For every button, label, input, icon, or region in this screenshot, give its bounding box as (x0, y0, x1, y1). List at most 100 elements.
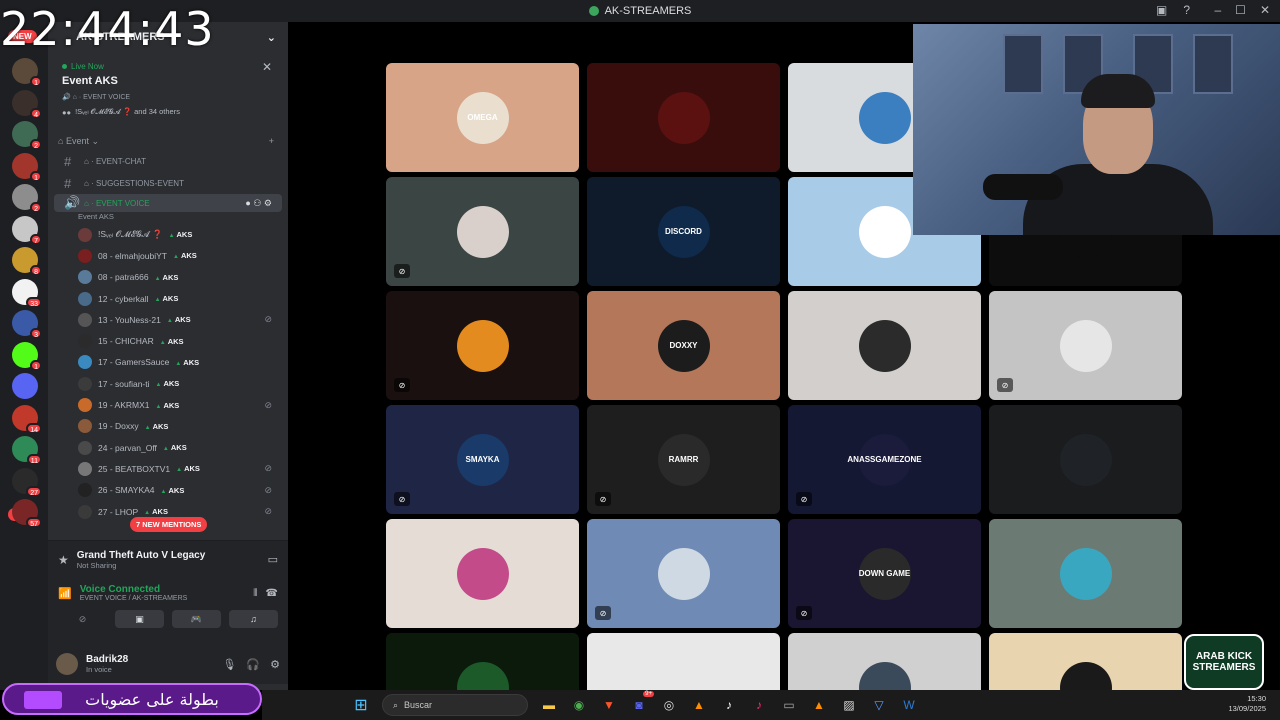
system-clock[interactable]: 15:30 13/09/2025 (1228, 694, 1266, 714)
server-icon[interactable]: 1 (12, 58, 42, 87)
soundboard-button[interactable]: ♫ (229, 610, 278, 628)
add-channel-icon[interactable]: + (269, 136, 274, 146)
server-icon[interactable]: 8 (12, 247, 42, 276)
participant-tile[interactable]: RAMRR ⊘ (587, 405, 780, 514)
server-icon[interactable]: 27 (12, 467, 42, 497)
server-icon[interactable]: 33 (12, 278, 42, 308)
photos-icon[interactable]: ▨ (838, 694, 860, 716)
participant-tile[interactable]: ⊘ (989, 291, 1182, 400)
voice-member[interactable]: 17 - GamersSauce AKS (48, 352, 288, 373)
app-icon[interactable]: ▲ (688, 694, 710, 716)
voice-channel-actions[interactable]: ● ⚇ ⚙ (245, 198, 272, 209)
camera-off-button[interactable]: ⊘ (58, 610, 107, 628)
vpn-icon[interactable]: ▽ (868, 694, 890, 716)
server-icon[interactable]: 57 (12, 499, 42, 528)
participant-tile[interactable]: OMEGA (386, 63, 579, 172)
obs-icon[interactable]: ◎ (658, 694, 680, 716)
voice-member[interactable]: 15 - CHICHAR AKS (48, 330, 288, 351)
live-event-card[interactable]: Live Now Event AKS 🔊 ⌂ · EVENT VOICE ●●!… (54, 56, 282, 126)
microphone-icon[interactable]: 🎙 (222, 658, 236, 671)
member-tag: AKS (156, 379, 179, 388)
server-icon[interactable] (12, 373, 38, 399)
server-icon[interactable]: 2 (12, 121, 42, 150)
server-badge: 7 (30, 233, 42, 245)
terminal-icon[interactable]: ▭ (778, 694, 800, 716)
discord-icon[interactable]: ◙ 9+ (628, 691, 654, 716)
voice-member[interactable]: 17 - soufian-ti AKS (48, 373, 288, 394)
voice-member[interactable]: 19 - AKRMX1 AKS ⊘ (48, 394, 288, 415)
server-icon[interactable]: 14 (12, 404, 42, 434)
channel-suggestions-event[interactable]: # ⌂ · SUGGESTIONS-EVENT (54, 172, 282, 194)
microphone-arm (983, 174, 1063, 200)
participant-tile[interactable] (989, 405, 1182, 514)
system-date: 13/09/2025 (1228, 704, 1266, 713)
participant-tile[interactable]: ⊘ (386, 177, 579, 286)
participant-tile[interactable]: DISCORD (587, 177, 780, 286)
minimize-button[interactable]: – (1214, 3, 1221, 17)
windows-start-icon[interactable]: ⊞ (350, 694, 372, 716)
gear-icon[interactable]: ⚙ (270, 658, 280, 671)
server-icon[interactable]: 2 (12, 184, 42, 213)
tiktok-icon[interactable]: ♪ (718, 694, 740, 716)
avatar[interactable] (56, 653, 78, 675)
server-icon[interactable]: 11 (12, 436, 42, 465)
participant-tile[interactable]: ANASSGAMEZONE ⊘ (788, 405, 981, 514)
participant-tile[interactable] (386, 519, 579, 628)
muted-icon: ⊘ (264, 484, 272, 495)
channel-event-chat[interactable]: # ⌂ · EVENT-CHAT (54, 150, 282, 172)
server-icon[interactable]: 7 (12, 215, 42, 245)
server-badge: 8 (30, 265, 42, 276)
channel-name: SUGGESTIONS-EVENT (95, 178, 184, 188)
screen-share-icon[interactable]: ▭ (268, 553, 278, 566)
server-icon[interactable]: 1 (12, 152, 42, 182)
noise-suppression-icon[interactable]: ⦀ (253, 588, 257, 599)
activities-button[interactable]: 🎮 (172, 610, 221, 628)
taskbar-search[interactable]: ⌕ Buscar (382, 694, 528, 716)
close-icon[interactable]: ✕ (262, 60, 272, 74)
headphones-icon[interactable]: 🎧 (246, 658, 260, 671)
maximize-button[interactable]: ☐ (1235, 3, 1246, 17)
participant-tile[interactable]: DOXXY (587, 291, 780, 400)
file-explorer-icon[interactable]: ▬ (538, 694, 560, 716)
participant-tile[interactable] (788, 291, 981, 400)
voice-member[interactable]: 24 - parvan_Off AKS (48, 437, 288, 458)
vlc-icon[interactable]: ▲ (808, 694, 830, 716)
voice-member[interactable]: 25 - BEATBOXTV1 AKS ⊘ (48, 458, 288, 479)
server-icon[interactable]: 1 (12, 341, 42, 371)
share-screen-button[interactable]: ▣ (115, 610, 164, 628)
chevron-down-icon[interactable]: ⌄ (267, 31, 276, 44)
voice-member[interactable]: 08 - elmahjoubiYT AKS (48, 245, 288, 266)
participant-tile[interactable] (989, 519, 1182, 628)
tiktok-live-icon[interactable]: ♪ (748, 694, 770, 716)
member-tag: AKS (167, 315, 191, 324)
close-window-button[interactable]: ✕ (1260, 3, 1270, 17)
participant-tile[interactable]: ⊘ (587, 519, 780, 628)
server-icon[interactable]: 3 (12, 310, 42, 339)
voice-member[interactable]: 26 - SMAYKA4 AKS ⊘ (48, 480, 288, 501)
participant-tile[interactable]: DOWN GAME ⊘ (788, 519, 981, 628)
participant-tile[interactable]: SMAYKA ⊘ (386, 405, 579, 514)
disconnect-icon[interactable]: ☎ (266, 588, 278, 599)
avatar-label: OMEGA (467, 113, 498, 122)
activity-status: Not Sharing (76, 560, 117, 570)
voice-member[interactable]: 19 - Doxxy AKS (48, 416, 288, 437)
participant-tile[interactable] (587, 63, 780, 172)
voice-channel-event-voice[interactable]: 🔊 ⌂ · EVENT VOICE ● ⚇ ⚙ (54, 194, 282, 212)
voice-member[interactable]: 13 - YouNess-21 AKS ⊘ (48, 309, 288, 330)
voice-member[interactable]: 08 - patra666 AKS (48, 267, 288, 288)
voice-member[interactable]: !Sᵥₑₗ 𝓞𝓜𝓔𝓖𝓐 ❓ AKS (48, 224, 288, 245)
server-icon[interactable]: 4 (12, 89, 42, 119)
voice-member[interactable]: 12 - cyberkall AKS (48, 288, 288, 309)
chrome-icon[interactable]: ◉ (568, 694, 590, 716)
server-badge: 3 (30, 328, 42, 339)
category-event[interactable]: ⌂ Event ⌄ + (48, 132, 288, 150)
avatar-label: RAMRR (668, 455, 699, 464)
voice-connected-label[interactable]: Voice Connected (80, 584, 188, 595)
inbox-icon[interactable]: ▣ (1156, 3, 1167, 17)
new-mentions-button[interactable]: 7 NEW MENTIONS (130, 517, 208, 532)
help-icon[interactable]: ? (1183, 3, 1190, 17)
voice-connected-channel[interactable]: EVENT VOICE / AK-STREAMERS (80, 595, 188, 602)
word-icon[interactable]: W (898, 694, 920, 716)
brave-icon[interactable]: ▼ (598, 694, 620, 716)
participant-tile[interactable]: ⊘ (386, 291, 579, 400)
